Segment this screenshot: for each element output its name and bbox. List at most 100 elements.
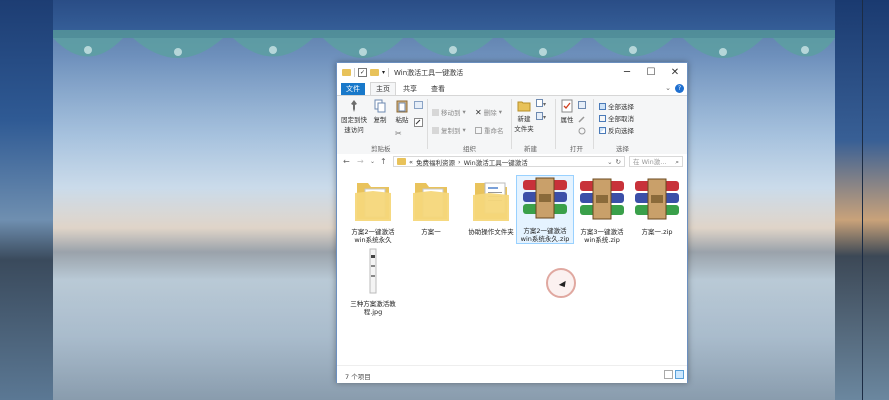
copy-to-label: 复制到 xyxy=(441,127,461,135)
select-none-button[interactable]: 全部取消 xyxy=(599,113,634,123)
breadcrumb-item[interactable]: Win激活工具一键激活 xyxy=(464,157,528,167)
new-folder-button[interactable]: 新建 文件夹 xyxy=(512,99,536,133)
folder-icon xyxy=(413,183,449,221)
overflow-icon[interactable]: « xyxy=(409,158,413,166)
file-name: win系统永久.zip xyxy=(520,235,570,243)
move-to-button[interactable]: 移动到 ▾ xyxy=(432,107,466,117)
copy-to-button[interactable]: 复制到 ▾ xyxy=(432,125,466,135)
new-group-label: 新建 xyxy=(524,145,537,153)
toolbar-separator xyxy=(354,68,355,77)
invert-selection-label: 反向选择 xyxy=(608,127,634,135)
rename-icon xyxy=(475,126,482,134)
list-item[interactable]: 方案2一键激活 win系统永久 xyxy=(345,177,401,244)
select-all-button[interactable]: 全部选择 xyxy=(599,101,634,111)
folder-icon xyxy=(355,183,391,221)
maximize-button[interactable]: ☐ xyxy=(639,66,663,80)
list-item[interactable]: 方案3一键激活 win系统.zip xyxy=(574,177,630,244)
address-dropdown-icon[interactable]: ⌄ xyxy=(607,158,612,166)
new-item-icon[interactable]: ▾ xyxy=(536,99,546,109)
tab-home[interactable]: 主页 xyxy=(370,82,396,96)
group-separator xyxy=(555,99,556,149)
winrar-icon xyxy=(635,178,679,220)
paste-shortcut-icon[interactable] xyxy=(414,118,423,129)
file-name: 方案一.zip xyxy=(641,228,673,236)
history-icon[interactable] xyxy=(578,127,586,137)
paste-button[interactable]: 粘贴 xyxy=(392,99,412,124)
properties-check-icon[interactable]: ✓ xyxy=(358,68,367,77)
breadcrumb-item[interactable]: 免费福利资源 xyxy=(416,157,455,167)
list-item[interactable]: 方案一.zip xyxy=(629,177,685,236)
item-count: 7 个项目 xyxy=(345,373,371,381)
tab-file[interactable]: 文件 xyxy=(341,83,365,95)
delete-label: 删除 xyxy=(483,109,497,117)
invert-selection-button[interactable]: 反向选择 xyxy=(599,125,634,135)
copy-icon xyxy=(374,99,386,113)
scissors-icon[interactable]: ✂ xyxy=(395,129,402,138)
easy-access-icon[interactable]: ▾ xyxy=(536,112,546,122)
properties-button[interactable]: 属性 xyxy=(558,99,576,124)
copy-button[interactable]: 复制 xyxy=(370,99,390,124)
clipboard-group-label: 剪贴板 xyxy=(371,145,391,153)
minimize-button[interactable]: ─ xyxy=(615,66,639,80)
chevron-down-icon[interactable]: ⌄ xyxy=(665,84,671,92)
list-item[interactable]: 方案一 xyxy=(403,177,459,236)
file-name: 方案2一键激活 xyxy=(523,227,567,235)
list-item[interactable]: 三种方案激活教 程.jpg xyxy=(345,247,401,316)
file-name: 程.jpg xyxy=(363,308,383,316)
select-none-icon xyxy=(599,114,606,122)
ribbon-tabs: 文件 主页 共享 查看 ⌄ ? xyxy=(337,82,687,96)
new-folder-icon xyxy=(517,101,531,112)
view-switcher xyxy=(664,370,684,379)
properties-label: 属性 xyxy=(560,116,574,124)
list-item[interactable]: 协助操作文件夹 xyxy=(461,177,521,236)
image-file-icon xyxy=(369,248,377,294)
svg-text:▾: ▾ xyxy=(543,114,546,120)
toolbar-separator xyxy=(388,68,390,77)
forward-arrow-icon[interactable]: → xyxy=(357,157,364,166)
refresh-icon[interactable]: ↻ xyxy=(616,158,624,166)
winrar-icon xyxy=(580,178,624,220)
file-name: 方案一 xyxy=(421,228,441,236)
search-placeholder: 在 Win激... xyxy=(633,158,667,166)
up-arrow-icon[interactable]: ↑ xyxy=(380,157,387,166)
title-bar[interactable]: ✓ ▾ Win激活工具一键激活 ─ ☐ ✕ xyxy=(337,63,687,83)
help-icon[interactable]: ? xyxy=(675,84,684,93)
copy-label: 复制 xyxy=(373,116,387,124)
file-name: 方案2一键激活 xyxy=(351,228,395,236)
back-arrow-icon[interactable]: ← xyxy=(343,157,350,166)
wallpaper-left-band xyxy=(0,0,53,400)
group-separator xyxy=(427,99,428,149)
svg-text:▾: ▾ xyxy=(543,101,546,107)
tab-view[interactable]: 查看 xyxy=(431,83,445,95)
recent-chevron-icon[interactable]: ⌄ xyxy=(370,158,375,165)
select-all-label: 全部选择 xyxy=(608,103,634,111)
ribbon: 固定到快 速访问 复制 粘贴 ✂ 剪贴板 移动到 ▾ 复制到 ▾ ✕ 删除 ▾ 重命名 … xyxy=(337,95,687,155)
address-input[interactable]: « 免费福利资源 › Win激活工具一键激活 ⌄ ↻ xyxy=(393,156,625,167)
new-folder-icon[interactable] xyxy=(370,69,379,76)
details-view-icon[interactable] xyxy=(664,370,673,379)
rename-label: 重命名 xyxy=(484,127,504,135)
file-name: win系统.zip xyxy=(584,236,620,244)
search-input[interactable]: 在 Win激... ⌕ xyxy=(629,156,683,167)
paste-icon xyxy=(396,100,408,113)
edit-icon[interactable] xyxy=(578,115,586,125)
copy-path-icon[interactable] xyxy=(414,101,423,111)
delete-button[interactable]: ✕ 删除 ▾ xyxy=(475,107,502,118)
large-icons-view-icon[interactable] xyxy=(675,370,684,379)
invert-selection-icon xyxy=(599,126,606,134)
tab-share[interactable]: 共享 xyxy=(403,83,417,95)
new-folder-label-1: 新建 xyxy=(517,115,531,123)
address-bar-row: ← → ⌄ ↑ « 免费福利资源 › Win激活工具一键激活 ⌄ ↻ 在 Win… xyxy=(337,154,687,170)
file-name: win系统永久 xyxy=(354,236,392,244)
list-item[interactable]: 方案2一键激活 win系统永久.zip xyxy=(516,175,574,244)
quick-access-toolbar: ✓ ▾ xyxy=(342,68,390,77)
select-group-label: 选择 xyxy=(616,145,629,153)
close-button[interactable]: ✕ xyxy=(663,66,687,80)
breadcrumb-separator: › xyxy=(457,157,461,166)
new-folder-label-2: 文件夹 xyxy=(514,125,534,133)
pin-label-1: 固定到快 xyxy=(341,116,367,124)
chevron-down-icon[interactable]: ▾ xyxy=(382,69,385,76)
pin-quick-access-button[interactable]: 固定到快 速访问 xyxy=(339,99,369,134)
open-icon[interactable] xyxy=(578,101,586,111)
rename-button[interactable]: 重命名 xyxy=(475,125,504,135)
